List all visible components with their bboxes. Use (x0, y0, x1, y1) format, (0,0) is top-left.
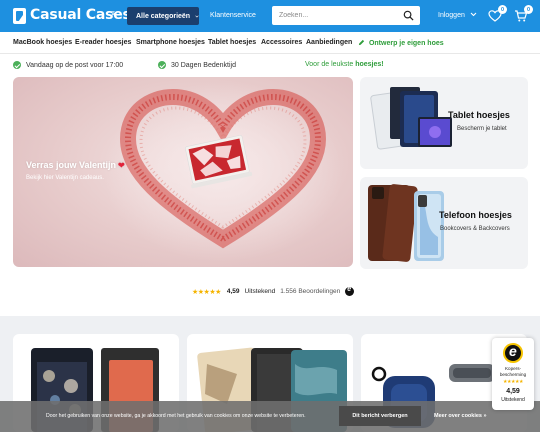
pencil-icon (358, 39, 365, 46)
nav-item-offers[interactable]: Aanbiedingen (306, 39, 352, 46)
search-input[interactable] (272, 6, 397, 25)
nav-item-accessories[interactable]: Accessoires (261, 39, 302, 46)
trust-label-line1: Kopers- (504, 366, 522, 371)
customer-service-link[interactable]: Klantenservice (210, 12, 256, 19)
logo-country-badge: NL (111, 11, 116, 17)
site-header: Casual Cases NL Alle categorieën Klanten… (0, 0, 540, 32)
search-box (272, 6, 420, 25)
all-categories-label: Alle categorieën (136, 12, 191, 20)
usp-returns-text: 30 Dagen Bedenktijd (171, 61, 236, 69)
rating-stars: ★★★★★ (192, 288, 221, 296)
nav-design-label: Ontwerp je eigen hoes (368, 40, 444, 47)
review-summary[interactable]: ★★★★★ 4,59 Uitstekend 1.556 Beoordelinge… (192, 286, 355, 296)
trusted-shops-icon (503, 343, 523, 363)
usp-best-prefix: Voor de leukste (305, 61, 354, 68)
nav-item-ereader[interactable]: E-reader hoesjes (75, 39, 131, 46)
hero-artwork (103, 82, 343, 262)
trust-label: Kopers- bescherming (492, 366, 534, 377)
trusted-shops-icon (345, 286, 355, 296)
phone-cases-image (368, 184, 444, 262)
trusted-shops-badge[interactable]: Kopers- bescherming ★★★★★ 4,59 Uitsteken… (492, 338, 534, 410)
logo-icon[interactable] (13, 8, 26, 24)
wishlist-button[interactable]: 0 (488, 5, 507, 23)
card-phone-title: Telefoon hoesjes (439, 210, 512, 220)
cookie-text: Door het gebruiken van onze website, ga … (46, 413, 306, 419)
trust-stars: ★★★★★ (503, 379, 523, 385)
trust-word: Uitstekend (501, 397, 525, 403)
login-menu[interactable]: Inloggen (438, 12, 477, 19)
all-categories-button[interactable]: Alle categorieën (127, 7, 199, 25)
tablet-cases-image (370, 87, 452, 150)
card-phone-cases[interactable]: Telefoon hoesjes Bookcovers & Backcovers (360, 177, 528, 269)
hero-subtitle: Bekijk hier Valentijn cadeaus. (26, 175, 104, 181)
nav-item-tablet[interactable]: Tablet hoesjes (208, 39, 256, 46)
check-icon (13, 61, 21, 69)
usp-best: Voor de leukste hoesjes! (305, 61, 384, 68)
usp-best-bold: hoesjes! (355, 61, 384, 68)
usp-returns: 30 Dagen Bedenktijd (158, 61, 236, 69)
rating-label: Uitstekend (244, 288, 276, 295)
hero-title-text: Verras jouw Valentijn (26, 160, 117, 170)
card-tablet-title: Tablet hoesjes (448, 110, 510, 120)
nav-item-design[interactable]: Ontwerp je eigen hoes (358, 39, 444, 47)
category-nav: MacBook hoesjes E-reader hoesjes Smartph… (0, 32, 540, 54)
login-label: Inloggen (438, 12, 465, 19)
card-phone-subtitle: Bookcovers & Backcovers (440, 226, 510, 232)
usp-shipping: Vandaag op de post voor 17:00 (13, 61, 123, 69)
rating-count: 1.556 Beoordelingen (280, 288, 341, 295)
cart-button[interactable]: 0 (514, 5, 533, 23)
card-tablet-cases[interactable]: Tablet hoesjes Bescherm je tablet (360, 77, 528, 169)
hero-title: Verras jouw Valentijn ❤ (26, 160, 125, 170)
trust-score: 4,59 (506, 388, 520, 395)
card-tablet-subtitle: Bescherm je tablet (457, 126, 507, 132)
cookie-hide-button[interactable]: Dit bericht verbergen (339, 406, 421, 426)
rating-score: 4,59 (226, 288, 240, 295)
wishlist-count-badge: 0 (498, 5, 507, 14)
chevron-down-icon (470, 12, 477, 17)
hero-banner-valentine[interactable]: Verras jouw Valentijn ❤ Bekijk hier Valen… (13, 77, 353, 267)
usp-shipping-text: Vandaag op de post voor 17:00 (26, 61, 124, 69)
cookie-more-link[interactable]: Meer over cookies » (434, 413, 487, 419)
chevron-down-icon (195, 14, 199, 17)
heart-icon: ❤ (118, 161, 125, 170)
nav-item-smartphone[interactable]: Smartphone hoesjes (136, 39, 205, 46)
nav-item-macbook[interactable]: MacBook hoesjes (13, 39, 72, 46)
search-icon[interactable] (403, 10, 414, 21)
cart-count-badge: 0 (524, 5, 533, 14)
trust-label-line2: bescherming (499, 371, 527, 377)
check-icon (158, 61, 166, 69)
